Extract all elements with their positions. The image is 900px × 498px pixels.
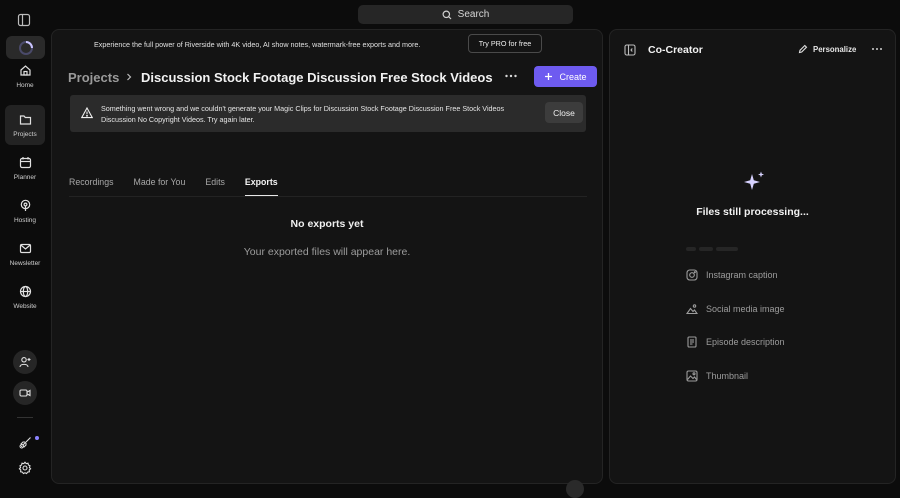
sidebar-item-newsletter[interactable]: Newsletter [5, 234, 45, 274]
sidebar-item-label: Planner [13, 173, 37, 181]
invite-user-button[interactable] [13, 350, 37, 374]
record-button[interactable] [13, 381, 37, 405]
add-user-icon [19, 357, 31, 368]
personalize-button[interactable]: Personalize [798, 44, 856, 54]
sidebar-item-label: Projects [13, 130, 37, 138]
sidebar-item-hosting[interactable]: Hosting [5, 191, 45, 231]
warning-icon [81, 107, 93, 119]
folder-icon [19, 114, 31, 125]
mail-icon [19, 243, 31, 253]
panel-toggle-icon[interactable] [624, 44, 636, 56]
sidebar-item-planner[interactable]: Planner [5, 148, 45, 188]
sidebar: Home Projects Planner Hosting Newsletter… [0, 34, 50, 484]
output-label: Thumbnail [706, 371, 749, 381]
sidebar-item-label: Website [13, 302, 37, 310]
output-social-media-image[interactable]: Social media image [686, 303, 785, 315]
sidebar-item-home[interactable]: Home [5, 56, 45, 96]
close-alert-button[interactable]: Close [545, 102, 583, 123]
instagram-icon [686, 269, 698, 281]
loading-placeholder [686, 238, 746, 251]
panel-title: Co-Creator [648, 44, 703, 56]
pencil-icon [798, 44, 808, 54]
whats-new-button[interactable] [18, 436, 32, 450]
sidebar-item-label: Newsletter [9, 259, 41, 267]
sparkles-icon [742, 170, 766, 194]
settings-button[interactable] [18, 461, 32, 475]
create-label: Create [559, 71, 587, 82]
sidebar-item-projects[interactable]: Projects [5, 105, 45, 145]
loading-spinner-icon [18, 40, 33, 55]
search-bar[interactable]: Search [358, 5, 573, 24]
alert-message: Something went wrong and we couldn't gen… [101, 104, 505, 124]
processing-status: Files still processing... [696, 206, 809, 218]
gear-icon [18, 461, 32, 475]
panel-more-icon[interactable] [871, 44, 883, 54]
output-instagram-caption[interactable]: Instagram caption [686, 269, 778, 281]
output-episode-description[interactable]: Episode description [686, 336, 785, 348]
rocket-icon [19, 437, 31, 449]
create-button[interactable]: Create [534, 66, 597, 87]
sidebar-divider [17, 417, 33, 418]
error-alert: Something went wrong and we couldn't gen… [70, 95, 586, 132]
floating-help-button[interactable] [566, 480, 584, 498]
personalize-label: Personalize [813, 44, 857, 54]
page-title: Discussion Stock Footage Discussion Free… [141, 69, 497, 85]
tab-recordings[interactable]: Recordings [69, 177, 114, 197]
sidebar-item-label: Hosting [13, 216, 37, 224]
chevron-right-icon [125, 73, 133, 81]
sidebar-item-label: Home [16, 81, 34, 89]
output-label: Instagram caption [706, 270, 778, 280]
podcast-icon [20, 199, 30, 211]
globe-icon [19, 285, 31, 297]
video-camera-icon [19, 389, 31, 397]
tabs-divider [69, 196, 587, 197]
promo-text: Experience the full power of Riverside w… [94, 40, 421, 49]
more-options-icon[interactable] [504, 70, 518, 82]
plus-icon [545, 73, 553, 80]
tab-exports[interactable]: Exports [244, 177, 278, 197]
output-label: Episode description [706, 337, 785, 347]
empty-state-title: No exports yet [290, 218, 364, 230]
cocreator-panel: Co-Creator Personalize Files still proce… [609, 29, 896, 484]
sidebar-toggle-icon[interactable] [17, 13, 31, 27]
output-label: Social media image [706, 304, 785, 314]
breadcrumb-projects[interactable]: Projects [68, 69, 119, 85]
search-icon [442, 10, 452, 20]
promo-banner: Experience the full power of Riverside w… [52, 30, 602, 58]
thumbnail-icon [686, 370, 698, 382]
output-thumbnail[interactable]: Thumbnail [686, 370, 748, 382]
notification-dot [35, 436, 39, 440]
home-icon [19, 64, 31, 76]
empty-state-subtitle: Your exported files will appear here. [243, 246, 411, 258]
content-tabs: Recordings Made for You Edits Exports [69, 177, 298, 197]
sidebar-item-website[interactable]: Website [5, 277, 45, 317]
try-pro-button[interactable]: Try PRO for free [468, 34, 542, 53]
tab-edits[interactable]: Edits [205, 177, 225, 197]
image-icon [686, 304, 698, 315]
search-label: Search [457, 9, 490, 20]
document-icon [687, 336, 697, 348]
calendar-icon [19, 156, 31, 168]
main-panel: Experience the full power of Riverside w… [51, 29, 603, 484]
tab-made-for-you[interactable]: Made for You [134, 177, 186, 197]
